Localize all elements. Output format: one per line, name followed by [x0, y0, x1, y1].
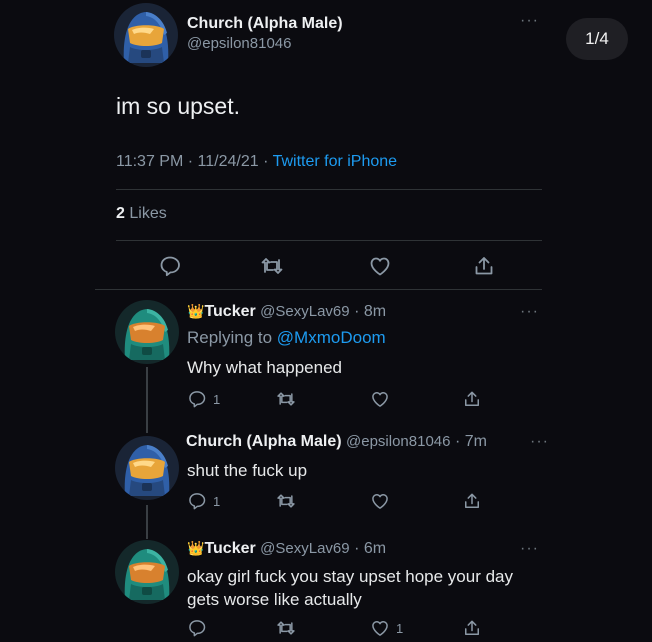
crown-icon: 👑 — [187, 303, 205, 319]
crown-icon: 👑 — [187, 540, 205, 556]
likes-summary[interactable]: 2 Likes — [116, 205, 167, 223]
reply-icon[interactable] — [187, 618, 207, 638]
avatar[interactable] — [115, 540, 179, 604]
meta-separator: · — [263, 153, 269, 170]
reply-text-line: gets worse like actually — [187, 590, 362, 609]
tweet-date: 11/24/21 — [197, 153, 259, 170]
retweet-icon[interactable] — [276, 491, 296, 511]
more-icon[interactable]: ··· — [520, 13, 539, 29]
reply-header: 👑Tucker @SexyLav69 · 6m — [187, 540, 386, 558]
divider — [95, 289, 542, 290]
reply-count: 1 — [213, 391, 221, 407]
like-icon[interactable] — [370, 389, 390, 409]
reply-icon[interactable]: 1 — [187, 491, 220, 511]
thread-line — [146, 505, 148, 539]
tweet-text: im so upset. — [116, 93, 240, 119]
avatar[interactable] — [115, 300, 179, 364]
display-name[interactable]: Church (Alpha Male) — [187, 15, 343, 33]
display-name[interactable]: Tucker — [204, 303, 255, 320]
reply-text: shut the fuck up — [187, 461, 308, 480]
display-name[interactable]: Tucker — [204, 540, 255, 557]
replying-prefix: Replying to — [187, 328, 273, 347]
avatar[interactable] — [115, 436, 179, 500]
more-icon[interactable]: ··· — [530, 434, 549, 450]
divider — [116, 240, 542, 241]
reply-age: · 6m — [354, 540, 387, 557]
handle[interactable]: @epsilon81046 — [187, 35, 291, 52]
avatar[interactable] — [114, 3, 178, 67]
display-name[interactable]: Church (Alpha Male) — [186, 433, 342, 450]
helmet-avatar-icon — [115, 300, 179, 364]
reply-age: · 8m — [354, 303, 387, 320]
page-counter: 1/4 — [585, 29, 609, 48]
tweet-time: 11:37 PM — [116, 153, 184, 170]
like-icon[interactable] — [368, 254, 392, 278]
reply-header: Church (Alpha Male) @epsilon81046 · 7m — [186, 433, 487, 451]
helmet-avatar-icon — [114, 3, 178, 67]
like-icon[interactable] — [370, 491, 390, 511]
more-icon[interactable]: ··· — [520, 541, 539, 557]
likes-label: Likes — [129, 205, 167, 222]
more-icon[interactable]: ··· — [520, 304, 539, 320]
divider — [116, 189, 542, 190]
share-icon[interactable] — [462, 491, 482, 511]
handle[interactable]: @SexyLav69 — [260, 303, 349, 320]
like-icon[interactable]: 1 — [370, 618, 403, 638]
share-icon[interactable] — [462, 389, 482, 409]
share-icon[interactable] — [462, 618, 482, 638]
page-counter-badge: 1/4 — [566, 18, 628, 60]
tweet-source-link[interactable]: Twitter for iPhone — [273, 153, 398, 170]
handle[interactable]: @epsilon81046 — [346, 433, 450, 450]
reply-age: · 7m — [454, 433, 487, 450]
reply-icon[interactable]: 1 — [187, 389, 220, 409]
reply-text-line: okay girl fuck you stay upset hope your … — [187, 567, 514, 586]
replying-to: Replying to @MxmoDoom — [187, 328, 386, 348]
handle[interactable]: @SexyLav69 — [260, 540, 349, 557]
meta-separator: · — [187, 153, 194, 170]
reply-icon[interactable] — [158, 254, 182, 278]
reply-header: 👑Tucker @SexyLav69 · 8m — [187, 303, 386, 321]
reply-text: okay girl fuck you stay upset hope your … — [187, 565, 513, 611]
like-count: 1 — [396, 620, 404, 636]
reply-count: 1 — [213, 493, 221, 509]
retweet-icon[interactable] — [276, 618, 296, 638]
mention-link[interactable]: @MxmoDoom — [277, 328, 386, 347]
retweet-icon[interactable] — [260, 254, 284, 278]
thread-line — [146, 367, 148, 433]
reply-text: Why what happened — [187, 358, 342, 377]
share-icon[interactable] — [472, 254, 496, 278]
likes-count: 2 — [116, 205, 125, 222]
tweet-meta: 11:37 PM · 11/24/21 · Twitter for iPhone — [116, 153, 397, 171]
helmet-avatar-icon — [115, 540, 179, 604]
retweet-icon[interactable] — [276, 389, 296, 409]
helmet-avatar-icon — [115, 436, 179, 500]
